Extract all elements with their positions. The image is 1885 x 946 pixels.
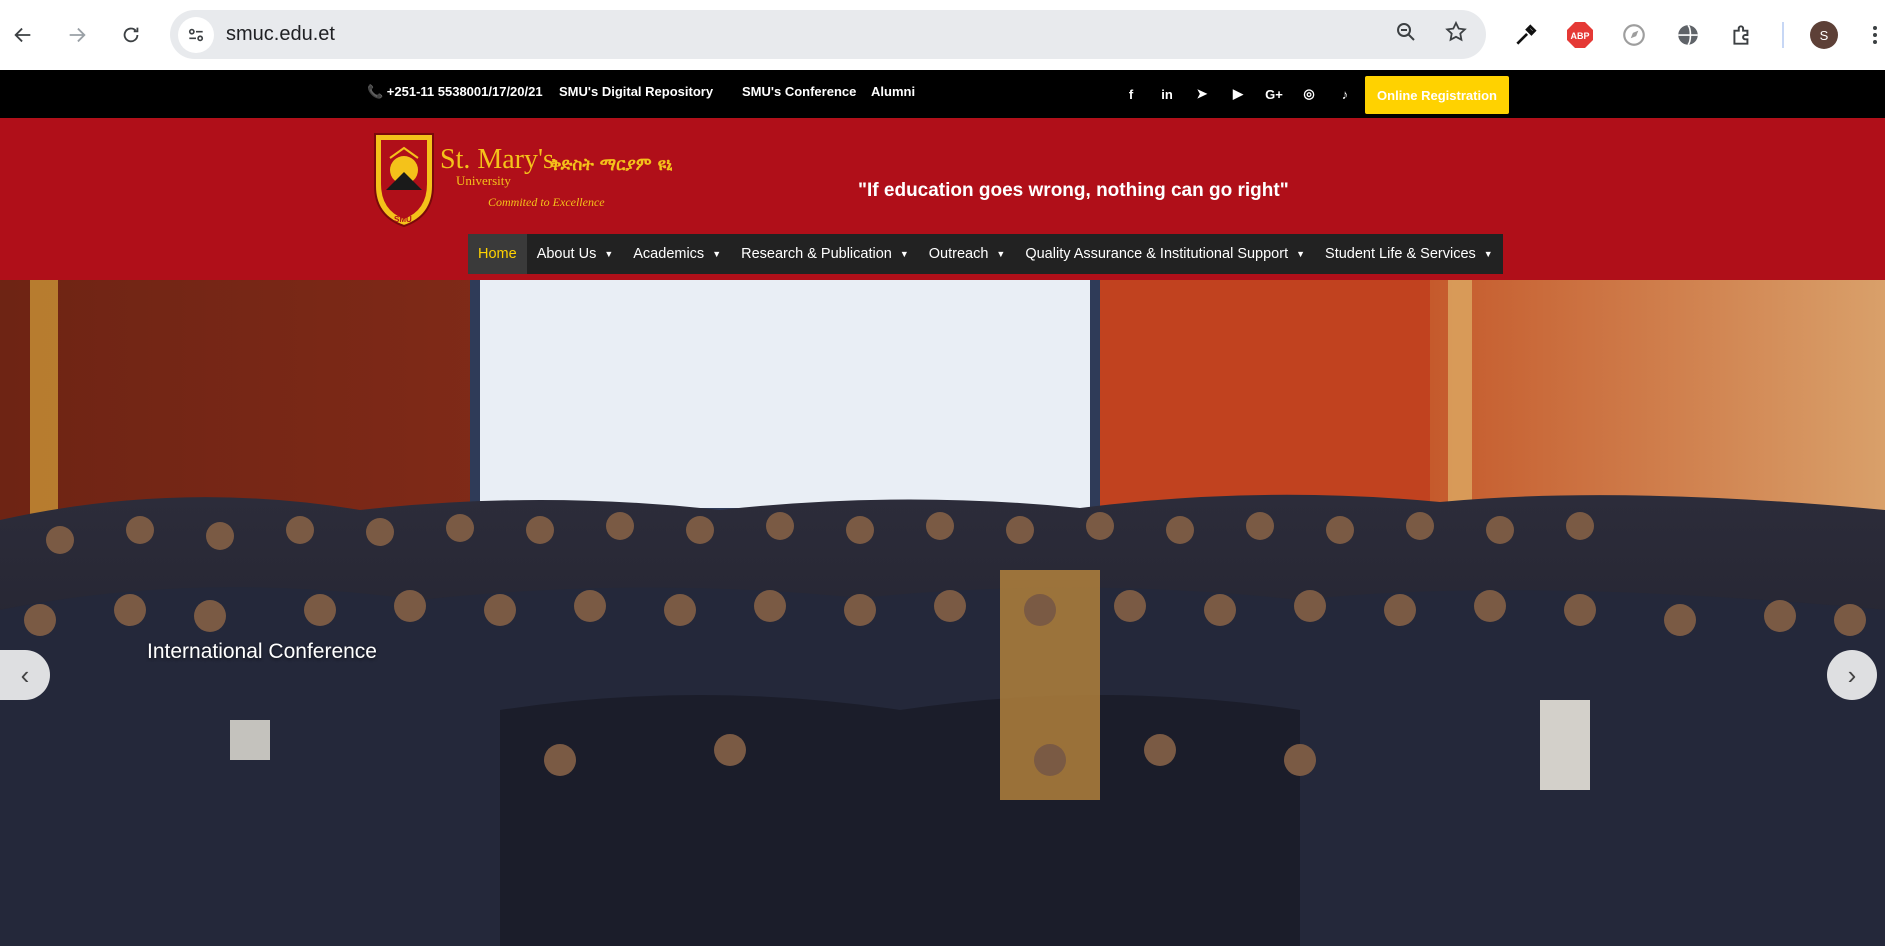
caret-down-icon: ▼: [712, 249, 722, 259]
caret-down-icon: ▼: [1296, 249, 1306, 259]
caret-down-icon: ▼: [899, 249, 909, 259]
menu-academics-label: Academics: [633, 246, 705, 262]
menu-research-label: Research & Publication: [741, 246, 892, 262]
tiktok-icon[interactable]: ♪: [1335, 84, 1355, 104]
menu-home[interactable]: Home: [468, 234, 527, 274]
online-registration-button[interactable]: Online Registration: [1365, 76, 1509, 114]
chevron-left-icon: ‹: [20, 659, 30, 690]
svg-text:Commited to Excellence: Commited to Excellence: [488, 195, 605, 209]
profile-avatar[interactable]: S: [1807, 18, 1841, 52]
site-info-icon[interactable]: [178, 16, 214, 53]
toolbar-divider: [1782, 22, 1784, 48]
menu-academics[interactable]: Academics ▼: [623, 234, 731, 274]
browser-menu-icon[interactable]: [1858, 18, 1885, 52]
chevron-right-icon: ›: [1847, 659, 1857, 690]
extensions-puzzle-icon[interactable]: [1725, 18, 1759, 52]
slide-caption: International Conference: [147, 640, 377, 663]
caret-down-icon: ▼: [1483, 249, 1493, 259]
phone-number: 📞 +251-11 5538001/17/20/21: [367, 84, 543, 99]
menu-quality-assurance-label: Quality Assurance & Institutional Suppor…: [1025, 246, 1289, 262]
top-info-bar: 📞 +251-11 5538001/17/20/21 SMU's Digital…: [0, 70, 1885, 118]
hero-slider: International Conference ‹ ›: [0, 280, 1885, 946]
site-header: St. Mary's University ቅድስት ማርያም ዩኒቨርስቲ C…: [0, 118, 1885, 280]
svg-text:University: University: [456, 173, 511, 188]
menu-about-us[interactable]: About Us ▼: [527, 234, 624, 274]
main-navigation: Home About Us ▼ Academics ▼ Research & Pub…: [468, 234, 1503, 274]
back-icon[interactable]: [6, 18, 40, 52]
alumni-link[interactable]: Alumni: [871, 84, 915, 99]
svg-text:St. Mary's: St. Mary's: [440, 144, 554, 175]
menu-student-life-label: Student Life & Services: [1325, 246, 1476, 262]
menu-home-label: Home: [478, 246, 517, 262]
caret-down-icon: ▼: [604, 249, 614, 259]
tagline: "If education goes wrong, nothing can go…: [858, 180, 1289, 201]
telegram-icon[interactable]: ➤: [1192, 84, 1212, 104]
menu-about-us-label: About Us: [536, 246, 597, 262]
slider-prev-button[interactable]: ‹: [0, 650, 50, 700]
menu-quality-assurance[interactable]: Quality Assurance & Institutional Suppor…: [1015, 234, 1315, 274]
profile-initial: S: [1810, 21, 1838, 49]
adblock-extension-icon[interactable]: ABP: [1563, 18, 1597, 52]
slider-next-button[interactable]: ›: [1827, 650, 1877, 700]
instagram-icon[interactable]: ◎: [1299, 84, 1319, 104]
bookmark-star-icon[interactable]: [1444, 20, 1468, 49]
facebook-icon[interactable]: f: [1121, 84, 1141, 104]
conference-link[interactable]: SMU's Conference: [742, 84, 856, 99]
digital-repository-link[interactable]: SMU's Digital Repository: [559, 84, 713, 99]
compass-extension-icon[interactable]: [1617, 18, 1651, 52]
url-text[interactable]: smuc.edu.et: [226, 23, 335, 46]
svg-text:SMU: SMU: [394, 215, 412, 224]
university-logo[interactable]: St. Mary's University ቅድስት ማርያም ዩኒቨርስቲ C…: [372, 128, 715, 230]
svg-text:ቅድስት ማርያም ዩኒቨርስቲ: ቅድስት ማርያም ዩኒቨርስቲ: [550, 155, 672, 175]
menu-outreach[interactable]: Outreach ▼: [919, 234, 1016, 274]
menu-outreach-label: Outreach: [928, 246, 989, 262]
svg-text:ABP: ABP: [1570, 31, 1589, 41]
zoom-icon[interactable]: [1394, 20, 1418, 49]
forward-icon[interactable]: [60, 18, 94, 52]
reload-icon[interactable]: [114, 18, 148, 52]
globe-extension-icon[interactable]: [1671, 18, 1705, 52]
youtube-icon[interactable]: ▶: [1228, 84, 1248, 104]
caret-down-icon: ▼: [996, 249, 1006, 259]
eyedropper-extension-icon[interactable]: [1509, 18, 1543, 52]
hero-conference-photo: [0, 280, 1885, 946]
browser-toolbar: smuc.edu.et ABP S: [0, 0, 1885, 70]
address-bar[interactable]: smuc.edu.et: [170, 10, 1486, 59]
google-plus-icon[interactable]: G+: [1264, 84, 1284, 104]
linkedin-icon[interactable]: in: [1157, 84, 1177, 104]
menu-research-publication[interactable]: Research & Publication ▼: [731, 234, 919, 274]
menu-student-life[interactable]: Student Life & Services ▼: [1315, 234, 1503, 274]
